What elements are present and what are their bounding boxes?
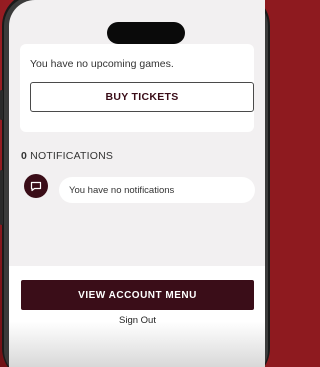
notifications-heading-label: NOTIFICATIONS [30, 150, 114, 162]
no-games-text: You have no upcoming games. [30, 58, 174, 70]
sign-out-link[interactable]: Sign Out [21, 315, 254, 326]
notification-empty-message: You have no notifications [59, 177, 255, 203]
dynamic-island [107, 22, 185, 44]
phone-screen: You have no upcoming games. BUY TICKETS … [9, 0, 265, 367]
notifications-count: 0 [21, 150, 28, 162]
notifications-heading: 0 NOTIFICATIONS [21, 150, 113, 162]
buy-tickets-button[interactable]: BUY TICKETS [30, 82, 254, 112]
view-account-menu-button[interactable]: VIEW ACCOUNT MENU [21, 280, 254, 310]
phone-side-button [0, 170, 3, 225]
chat-bubble-icon [24, 174, 48, 198]
phone-side-button [0, 90, 3, 120]
